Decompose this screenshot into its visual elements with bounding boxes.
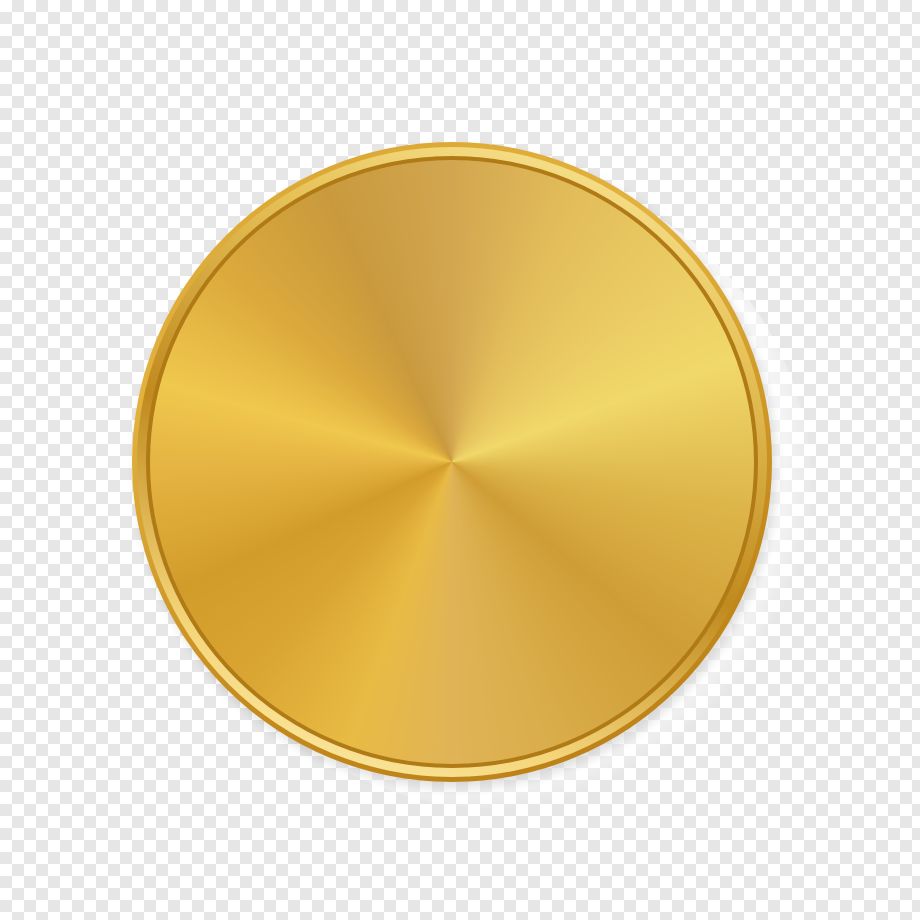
coin-brushed-face [150, 160, 754, 764]
transparent-checkerboard-background [0, 0, 920, 920]
gold-coin [132, 142, 772, 782]
